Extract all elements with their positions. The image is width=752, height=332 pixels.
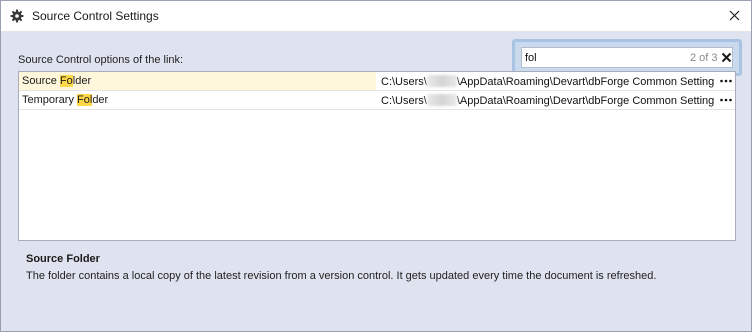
title-bar: Source Control Settings — [1, 1, 751, 32]
ellipsis-icon — [720, 98, 732, 102]
search-highlight: Fol — [77, 94, 93, 106]
settings-grid: Source Folder C:\Users\ \AppData\Roaming\… — [18, 71, 736, 241]
browse-button[interactable] — [718, 94, 734, 106]
search-match-count: 2 of 3 — [690, 52, 718, 64]
setting-name-text: lder — [72, 75, 92, 87]
gear-icon — [10, 9, 24, 23]
setting-name-text: der — [92, 94, 109, 106]
setting-value-text: C:\Users\ — [381, 95, 427, 107]
redacted-username — [426, 75, 457, 87]
browse-button[interactable] — [718, 75, 734, 87]
setting-value-cell[interactable]: C:\Users\ \AppData\Roaming\Devart\dbForge… — [379, 72, 715, 90]
source-control-settings-dialog: Source Control Settings Source Control o… — [0, 0, 752, 332]
setting-name-text: Source — [22, 75, 60, 87]
setting-name-cell: Source Folder — [19, 72, 376, 90]
setting-value-text: \AppData\Roaming\Devart\dbForge Common S… — [456, 76, 715, 88]
setting-name-text: Temporary — [22, 94, 78, 106]
table-row[interactable]: Source Folder C:\Users\ \AppData\Roaming\… — [19, 72, 735, 91]
description-text: The folder contains a local copy of the … — [26, 270, 657, 282]
search-input[interactable] — [525, 50, 675, 66]
setting-value-cell[interactable]: C:\Users\ \AppData\Roaming\Devart\dbForge… — [379, 91, 715, 109]
search-box[interactable]: 2 of 3 — [521, 47, 733, 68]
setting-value-text: C:\Users\ — [381, 76, 427, 88]
dialog-title: Source Control Settings — [32, 9, 159, 23]
close-icon — [721, 52, 732, 63]
close-icon — [729, 10, 740, 24]
options-label: Source Control options of the link: — [18, 54, 184, 66]
table-row[interactable]: Temporary Folder C:\Users\ \AppData\Roami… — [19, 91, 735, 110]
search-highlight: Fo — [59, 75, 73, 87]
clear-search-button[interactable] — [721, 52, 732, 63]
setting-name-cell: Temporary Folder — [19, 91, 376, 109]
setting-value-text: \AppData\Roaming\Devart\dbForge Common S… — [456, 95, 715, 107]
close-button[interactable] — [717, 1, 751, 32]
ellipsis-icon — [720, 79, 732, 83]
redacted-username — [426, 94, 457, 106]
description-title: Source Folder — [26, 253, 100, 265]
